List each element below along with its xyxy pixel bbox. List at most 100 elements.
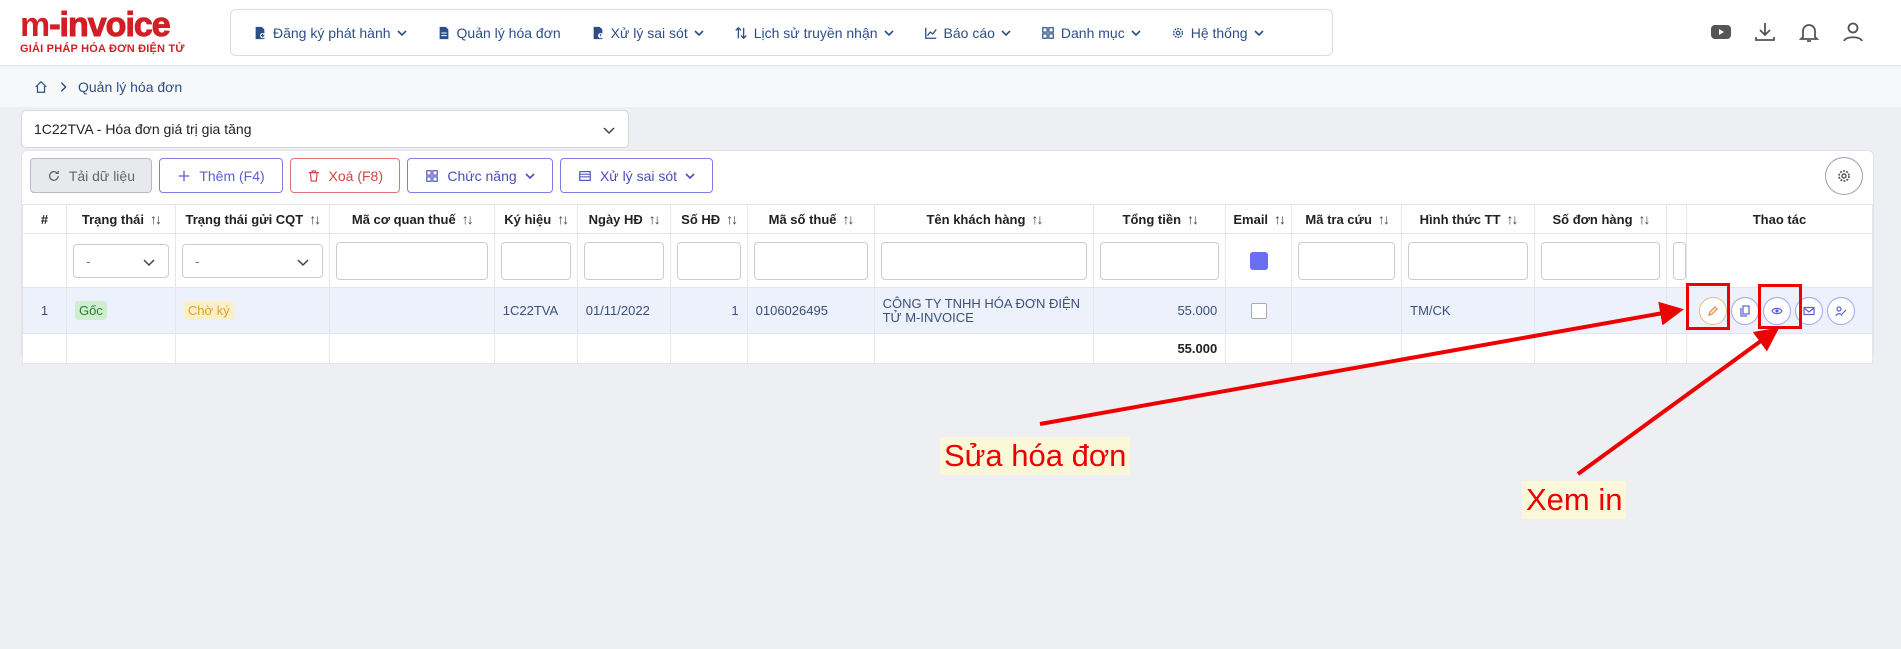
home-icon[interactable]: [34, 80, 48, 94]
nav-danh-muc[interactable]: Danh mục: [1041, 25, 1157, 41]
sort-icon[interactable]: ↑↓: [649, 211, 661, 227]
col-header-total[interactable]: Tổng tiền ↑↓: [1093, 204, 1227, 234]
table-row[interactable]: 1 Gốc Chờ ký 1C22TVA 01/11/2022 1 010602…: [22, 287, 1874, 334]
filter-cell: [328, 233, 495, 288]
nav-he-thong[interactable]: Hệ thống: [1171, 25, 1280, 41]
chevron-down-icon: [525, 172, 535, 179]
breadcrumb: Quản lý hóa đơn: [34, 79, 182, 95]
sort-icon[interactable]: ↑↓: [1031, 211, 1043, 227]
col-header-number[interactable]: Số HĐ ↑↓: [669, 204, 748, 234]
nav-bao-cao[interactable]: Báo cáo: [924, 25, 1027, 41]
table-settings-button[interactable]: [1825, 157, 1863, 195]
nav-lich-su-truyen-nhan[interactable]: Lịch sử truyền nhận: [734, 25, 910, 41]
bell-icon[interactable]: [1797, 20, 1821, 44]
m-invoice-logo[interactable]: m-invoice GIẢI PHÁP HÓA ĐƠN ĐIỆN TỬ: [20, 8, 200, 56]
total-empty-cell: [328, 333, 495, 364]
row-email-checkbox[interactable]: [1250, 302, 1267, 319]
sort-icon[interactable]: ↑↓: [557, 211, 569, 227]
row-spacer: [1665, 287, 1687, 334]
symbol-filter-input[interactable]: [500, 241, 571, 280]
payment-filter-input[interactable]: [1408, 241, 1529, 280]
toolbar: Tải dữ liệu Thêm (F4) Xoá (F8) Chức năng…: [30, 158, 713, 193]
col-header-tax-office-code[interactable]: Mã cơ quan thuế ↑↓: [328, 204, 495, 234]
list-icon: [579, 170, 591, 181]
filter-cell: [493, 233, 578, 288]
email-filter-checkbox[interactable]: [1249, 251, 1268, 270]
filter-cell: [873, 233, 1095, 288]
mail-icon: [1803, 306, 1815, 315]
col-header-status[interactable]: Trạng thái ↑↓: [65, 204, 176, 234]
sign-invoice-button[interactable]: [1826, 296, 1855, 325]
transfer-icon: [735, 26, 747, 39]
total-filter-input[interactable]: [1100, 241, 1220, 280]
chart-icon: [924, 27, 937, 39]
sort-icon[interactable]: ↑↓: [1187, 211, 1199, 227]
tax-office-filter-input[interactable]: [335, 241, 488, 280]
sort-icon[interactable]: ↑↓: [150, 211, 162, 227]
col-header-symbol[interactable]: Ký hiệu ↑↓: [493, 204, 578, 234]
col-header-tax-code[interactable]: Mã số thuế ↑↓: [746, 204, 875, 234]
youtube-icon[interactable]: [1709, 20, 1733, 44]
view-print-note: Xem in: [1522, 481, 1627, 519]
sort-icon[interactable]: ↑↓: [1274, 211, 1286, 227]
add-button[interactable]: Thêm (F4): [159, 158, 283, 193]
invoice-series-value: 1C22TVA - Hóa đơn giá trị gia tăng: [34, 121, 252, 137]
col-header-payment[interactable]: Hình thức TT ↑↓: [1401, 204, 1536, 234]
download-icon[interactable]: [1753, 20, 1777, 44]
invoice-series-select[interactable]: 1C22TVA - Hóa đơn giá trị gia tăng: [21, 110, 629, 148]
copy-invoice-button[interactable]: [1730, 296, 1759, 325]
chevron-down-icon: [883, 29, 894, 36]
extra-filter-input[interactable]: [1672, 241, 1686, 280]
col-header-lookup-code[interactable]: Mã tra cứu ↑↓: [1291, 204, 1403, 234]
sort-icon[interactable]: ↑↓: [1507, 211, 1519, 227]
chevron-down-icon: [603, 127, 615, 135]
reload-label: Tải dữ liệu: [68, 167, 135, 184]
status-badge: Gốc: [74, 301, 107, 320]
sort-icon[interactable]: ↑↓: [462, 211, 474, 227]
delete-button[interactable]: Xoá (F8): [290, 158, 400, 193]
date-filter-input[interactable]: [583, 241, 664, 280]
col-header-date[interactable]: Ngày HĐ ↑↓: [576, 204, 671, 234]
sort-icon[interactable]: ↑↓: [1639, 211, 1651, 227]
sort-icon[interactable]: ↑↓: [726, 211, 738, 227]
customer-filter-input[interactable]: [880, 241, 1088, 280]
lookup-filter-input[interactable]: [1298, 241, 1396, 280]
col-header-order-no[interactable]: Số đơn hàng ↑↓: [1534, 204, 1667, 234]
filter-cell: -: [65, 233, 176, 288]
breadcrumb-current[interactable]: Quản lý hóa đơn: [78, 79, 182, 95]
col-header-cqt-status[interactable]: Trạng thái gửi CQT ↑↓: [174, 204, 330, 234]
total-empty-cell: [1685, 333, 1874, 364]
header-actions: [1709, 20, 1865, 44]
table-header-row: # Trạng thái ↑↓ Trạng thái gửi CQT ↑↓ Mã c…: [22, 204, 1874, 234]
nav-dang-ky-phat-hanh[interactable]: Đăng ký phát hành: [253, 25, 423, 41]
chevron-down-icon: [297, 258, 309, 266]
signature-icon: [1835, 305, 1847, 316]
grid-icon: [1042, 26, 1054, 39]
status-filter-select[interactable]: -: [72, 243, 169, 278]
row-total: 55.000: [1093, 287, 1227, 334]
total-empty-cell: [65, 333, 176, 364]
gear-icon: [1838, 170, 1850, 182]
tax-code-filter-input[interactable]: [753, 241, 868, 280]
gear-icon: [1172, 27, 1183, 38]
filter-cell: [669, 233, 748, 288]
row-tax-code: 0106026495: [746, 287, 875, 334]
copy-icon: [1740, 304, 1750, 317]
col-header-email[interactable]: Email ↑↓: [1225, 204, 1293, 234]
sort-icon[interactable]: ↑↓: [843, 211, 855, 227]
user-icon[interactable]: [1841, 20, 1865, 44]
sort-icon[interactable]: ↑↓: [1378, 211, 1390, 227]
trash-icon: [308, 169, 319, 182]
nav-xu-ly-sai-sot[interactable]: Xử lý sai sót: [591, 25, 720, 41]
function-menu-button[interactable]: Chức năng: [407, 158, 553, 193]
sort-icon[interactable]: ↑↓: [309, 211, 321, 227]
number-filter-input[interactable]: [676, 241, 741, 280]
nav-quan-ly-hoa-don[interactable]: Quản lý hóa đơn: [437, 25, 577, 41]
order-filter-input[interactable]: [1541, 241, 1660, 280]
logo-tagline: GIẢI PHÁP HÓA ĐƠN ĐIỆN TỬ: [20, 43, 185, 55]
reload-button[interactable]: Tải dữ liệu: [30, 158, 152, 193]
fix-errors-button[interactable]: Xử lý sai sót: [560, 158, 713, 193]
chevron-right-icon: [60, 82, 67, 92]
col-header-customer[interactable]: Tên khách hàng ↑↓: [873, 204, 1095, 234]
cqt-status-filter-select[interactable]: -: [181, 243, 323, 278]
